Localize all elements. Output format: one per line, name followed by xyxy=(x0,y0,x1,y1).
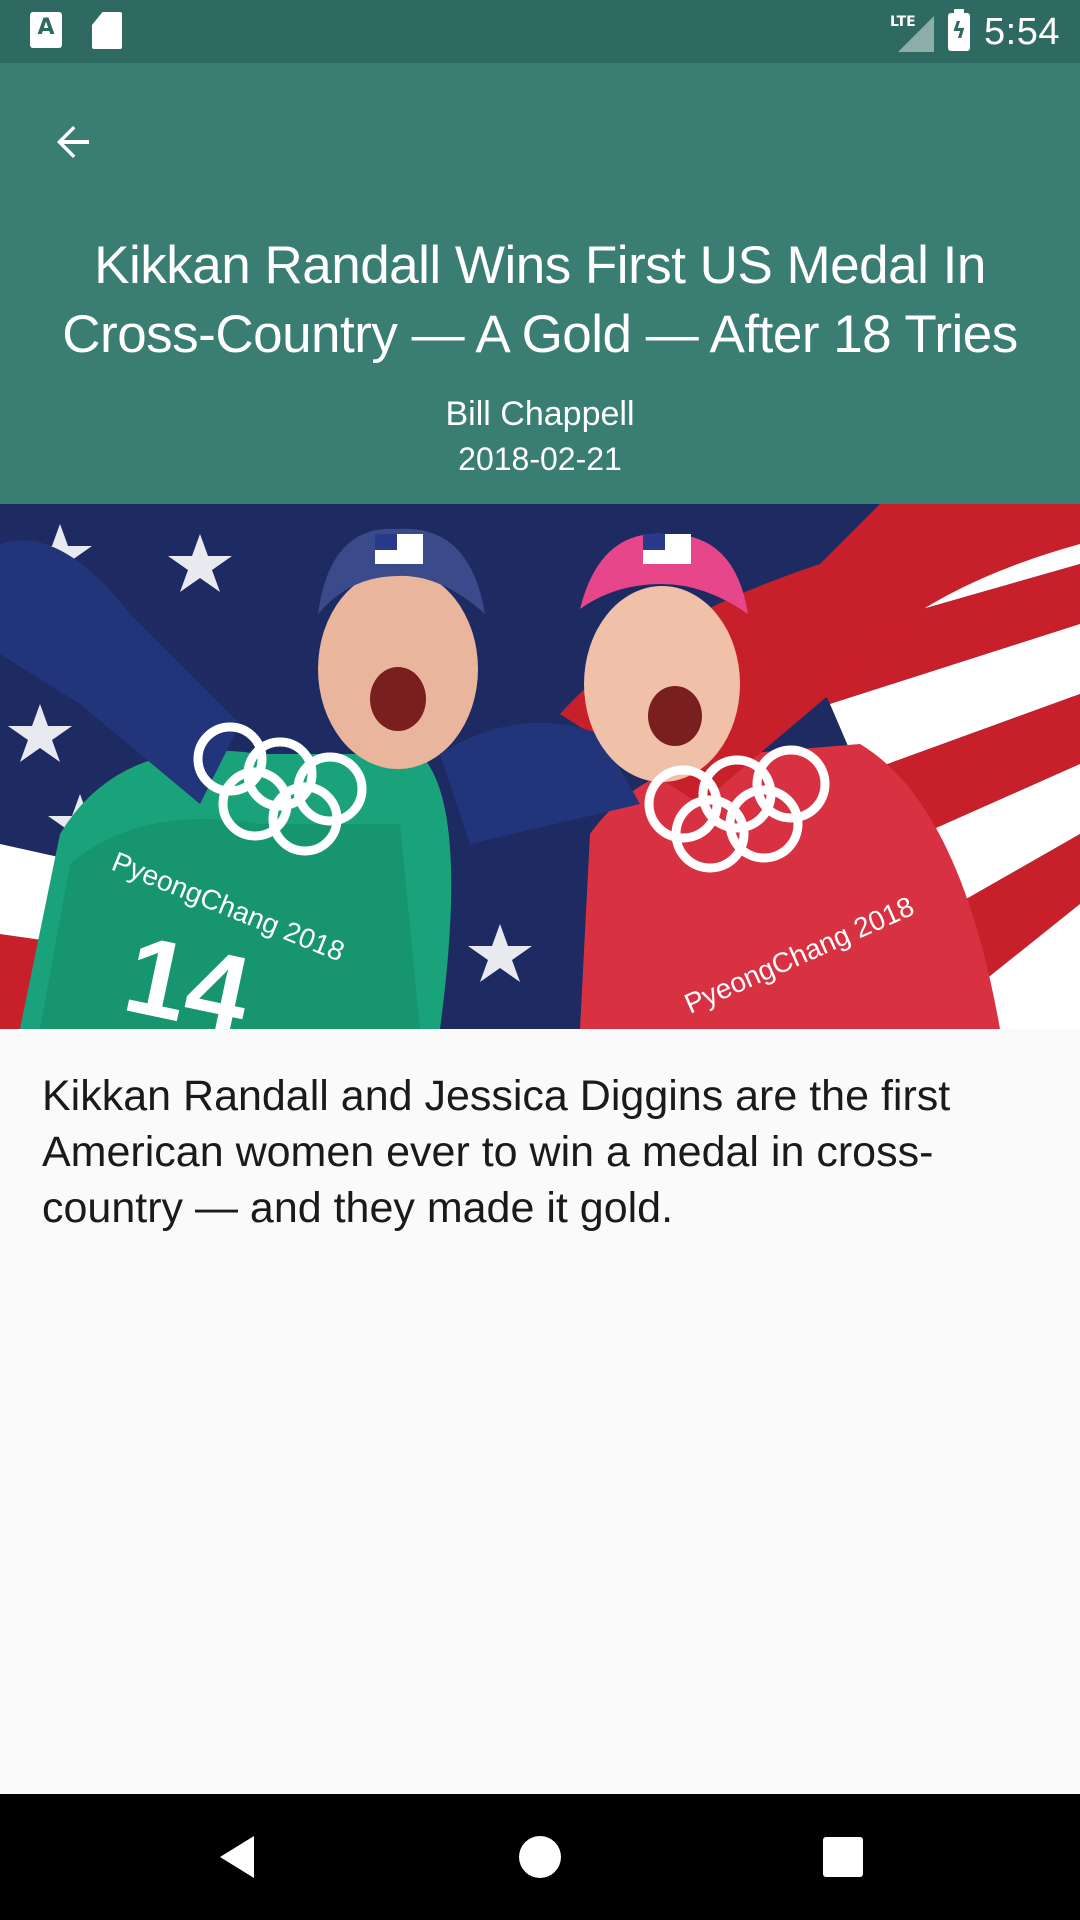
nav-home-icon xyxy=(519,1836,561,1878)
article-date: 2018-02-21 xyxy=(458,441,622,477)
status-bar: A LTE ϟ 5:54 xyxy=(0,0,1080,63)
status-bar-clock: 5:54 xyxy=(984,10,1060,53)
screen: A LTE ϟ 5:54 Kikkan Randall Wins First U… xyxy=(0,0,1080,1920)
signal-icon: LTE xyxy=(890,12,935,52)
nav-recents-icon xyxy=(823,1837,863,1877)
status-bar-notifications: A xyxy=(30,12,122,49)
back-button[interactable] xyxy=(30,99,116,185)
nav-home-button[interactable] xyxy=(507,1824,573,1890)
article-title: Kikkan Randall Wins First US Medal In Cr… xyxy=(62,236,1018,364)
sd-card-icon xyxy=(92,12,122,49)
nav-recents-button[interactable] xyxy=(810,1824,876,1890)
article-header: Kikkan Randall Wins First US Medal In Cr… xyxy=(0,63,1080,504)
article-author: Bill Chappell xyxy=(445,395,635,433)
arrow-back-icon xyxy=(57,126,89,158)
article-summary: Kikkan Randall and Jessica Diggins are t… xyxy=(42,1072,951,1232)
article-hero-image: PyeongChang 2018 14 PyeongChang 2018 xyxy=(0,504,1080,1029)
status-bar-system: LTE ϟ 5:54 xyxy=(890,6,1060,58)
navigation-bar xyxy=(0,1794,1080,1920)
a-icon: A xyxy=(30,12,62,48)
battery-charging-icon: ϟ xyxy=(948,9,971,51)
nav-back-button[interactable] xyxy=(204,1824,270,1890)
nav-back-icon xyxy=(220,1836,254,1878)
